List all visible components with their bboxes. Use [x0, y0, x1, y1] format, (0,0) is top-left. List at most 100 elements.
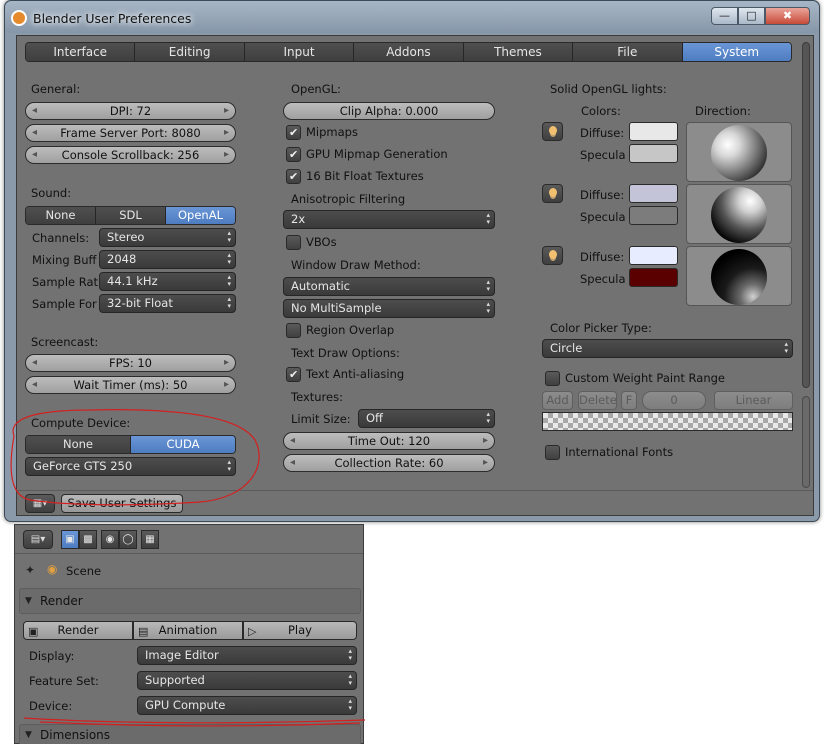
animation-button[interactable]: ▤ Animation	[133, 621, 243, 640]
light-1-specular-swatch[interactable]	[629, 144, 678, 163]
delete-button[interactable]: Delete	[578, 391, 617, 410]
float-textures-check	[286, 169, 301, 184]
color-picker-dropdown[interactable]: Circle	[542, 339, 793, 358]
tab-editing[interactable]: Editing	[135, 43, 245, 61]
save-user-settings-button[interactable]: Save User Settings	[61, 494, 183, 513]
render-section-header[interactable]: Render	[19, 588, 361, 614]
light-3-sphere[interactable]	[711, 249, 767, 305]
close-button[interactable]: ✖	[765, 7, 810, 25]
editor-type-icon[interactable]: ▤▾	[23, 530, 53, 549]
fps-field[interactable]: FPS: 10	[25, 354, 236, 372]
editor-type-icon[interactable]: ▦▾	[25, 494, 55, 513]
tab-input[interactable]: Input	[244, 43, 355, 61]
light-1-direction[interactable]	[686, 122, 792, 182]
preferences-window: Blender User Preferences — □ ✖ Interface…	[4, 0, 820, 522]
maximize-button[interactable]: □	[738, 7, 765, 25]
mixing-buffer-dropdown[interactable]: 2048	[99, 250, 236, 269]
light-2-specular-swatch[interactable]	[629, 206, 678, 225]
film-icon: ▤	[138, 625, 149, 638]
properties-header: ▤▾ ▣ ▩ ◉ ◯ ▦	[15, 525, 363, 554]
add-button[interactable]: Add	[542, 391, 573, 410]
region-overlap-checkbox[interactable]: Region Overlap	[286, 323, 394, 339]
international-fonts-checkbox[interactable]: International Fonts	[545, 445, 673, 461]
play-button[interactable]: ▷ Play	[243, 621, 357, 640]
texture-tab-icon[interactable]: ▦	[141, 530, 159, 549]
render-layers-tab-icon[interactable]: ▩	[79, 530, 97, 549]
tab-addons[interactable]: Addons	[354, 43, 464, 61]
dpi-field[interactable]: DPI: 72	[25, 102, 236, 120]
clip-alpha-slider[interactable]: Clip Alpha: 0.000	[283, 102, 495, 120]
title-bar[interactable]: Blender User Preferences — □ ✖	[5, 1, 819, 33]
light-1-sphere[interactable]	[711, 125, 767, 181]
display-dropdown[interactable]: Image Editor	[137, 646, 357, 665]
collection-rate-field[interactable]: Collection Rate: 60	[283, 454, 495, 472]
limit-size-dropdown[interactable]: Off	[358, 409, 495, 428]
float-textures-checkbox[interactable]: 16 Bit Float Textures	[286, 169, 424, 185]
screencast-header: Screencast:	[31, 335, 99, 349]
tab-interface[interactable]: Interface	[26, 43, 136, 61]
minimize-button[interactable]: —	[711, 7, 738, 25]
interpolation-dropdown[interactable]: Linear	[714, 391, 793, 410]
mipmaps-checkbox[interactable]: Mipmaps	[286, 125, 358, 141]
time-out-field[interactable]: Time Out: 120	[283, 432, 495, 450]
light-3-diffuse-swatch[interactable]	[629, 246, 678, 265]
feature-set-label: Feature Set:	[29, 674, 99, 688]
text-antialias-label: Text Anti-aliasing	[306, 367, 405, 381]
multisample-dropdown[interactable]: No MultiSample	[283, 299, 495, 318]
sample-format-label: Sample For	[32, 297, 97, 311]
channels-dropdown[interactable]: Stereo	[99, 228, 236, 247]
ramp-index-field[interactable]: 0	[642, 391, 706, 410]
sound-openal-option[interactable]: OpenAL	[166, 207, 235, 224]
light-3-toggle-icon[interactable]	[542, 246, 563, 265]
render-tab-icon[interactable]: ▣	[61, 530, 79, 549]
aniso-label: Anisotropic Filtering	[291, 192, 406, 206]
sound-sdl-option[interactable]: SDL	[96, 207, 166, 224]
vbos-checkbox[interactable]: VBOs	[286, 235, 337, 251]
wait-timer-field[interactable]: Wait Timer (ms): 50	[25, 376, 236, 394]
world-tab-icon[interactable]: ◯	[119, 530, 137, 549]
light-2-toggle-icon[interactable]	[542, 184, 563, 203]
scene-tab-icon[interactable]: ◉	[101, 530, 119, 549]
tab-file[interactable]: File	[573, 43, 683, 61]
aniso-dropdown[interactable]: 2x	[283, 210, 495, 229]
light-3-specular-swatch[interactable]	[629, 268, 678, 287]
tab-system[interactable]: System	[682, 43, 791, 61]
frame-server-port-field[interactable]: Frame Server Port: 8080	[25, 124, 236, 142]
pin-icon[interactable]: ✦	[25, 563, 35, 577]
gpu-device-dropdown[interactable]: GeForce GTS 250	[25, 457, 236, 476]
console-scrollback-field[interactable]: Console Scrollback: 256	[25, 146, 236, 164]
sound-none-option[interactable]: None	[26, 207, 96, 224]
channels-label: Channels:	[32, 231, 90, 245]
opengl-header: OpenGL:	[291, 82, 341, 96]
light-1-diffuse-swatch[interactable]	[629, 122, 678, 141]
gpu-mipmap-label: GPU Mipmap Generation	[306, 147, 448, 161]
light-3-direction[interactable]	[686, 246, 792, 306]
render-button[interactable]: ▣ Render	[23, 621, 133, 640]
tab-themes[interactable]: Themes	[463, 43, 574, 61]
device-dropdown[interactable]: GPU Compute	[137, 696, 357, 715]
light-2-diffuse-swatch[interactable]	[629, 184, 678, 203]
mipmaps-label: Mipmaps	[306, 125, 358, 139]
sample-rate-dropdown[interactable]: 44.1 kHz	[99, 272, 236, 291]
preferences-scrollbar[interactable]	[802, 42, 810, 388]
text-antialias-checkbox[interactable]: Text Anti-aliasing	[286, 367, 404, 383]
gpu-mipmap-checkbox[interactable]: GPU Mipmap Generation	[286, 147, 448, 163]
weight-paint-range-checkbox[interactable]: Custom Weight Paint Range	[545, 371, 725, 387]
device-label: Device:	[29, 699, 73, 713]
light-2-direction[interactable]	[686, 184, 792, 244]
compute-cuda-option[interactable]: CUDA	[131, 436, 235, 453]
weight-color-ramp[interactable]	[542, 412, 793, 431]
feature-set-dropdown[interactable]: Supported	[137, 671, 357, 690]
f-button[interactable]: F	[621, 391, 637, 410]
play-icon: ▷	[248, 625, 257, 638]
display-label: Display:	[29, 649, 75, 663]
bottom-bar: ▦▾ Save User Settings	[17, 490, 813, 515]
compute-none-option[interactable]: None	[26, 436, 131, 453]
light-2-sphere[interactable]	[711, 187, 767, 243]
compute-device-selector: None CUDA	[25, 435, 236, 454]
dimensions-section-header[interactable]: Dimensions	[19, 724, 361, 744]
preferences-scrollbar-lower[interactable]	[802, 396, 810, 488]
window-draw-dropdown[interactable]: Automatic	[283, 277, 495, 296]
light-1-toggle-icon[interactable]	[542, 122, 563, 141]
sample-format-dropdown[interactable]: 32-bit Float	[99, 294, 236, 313]
